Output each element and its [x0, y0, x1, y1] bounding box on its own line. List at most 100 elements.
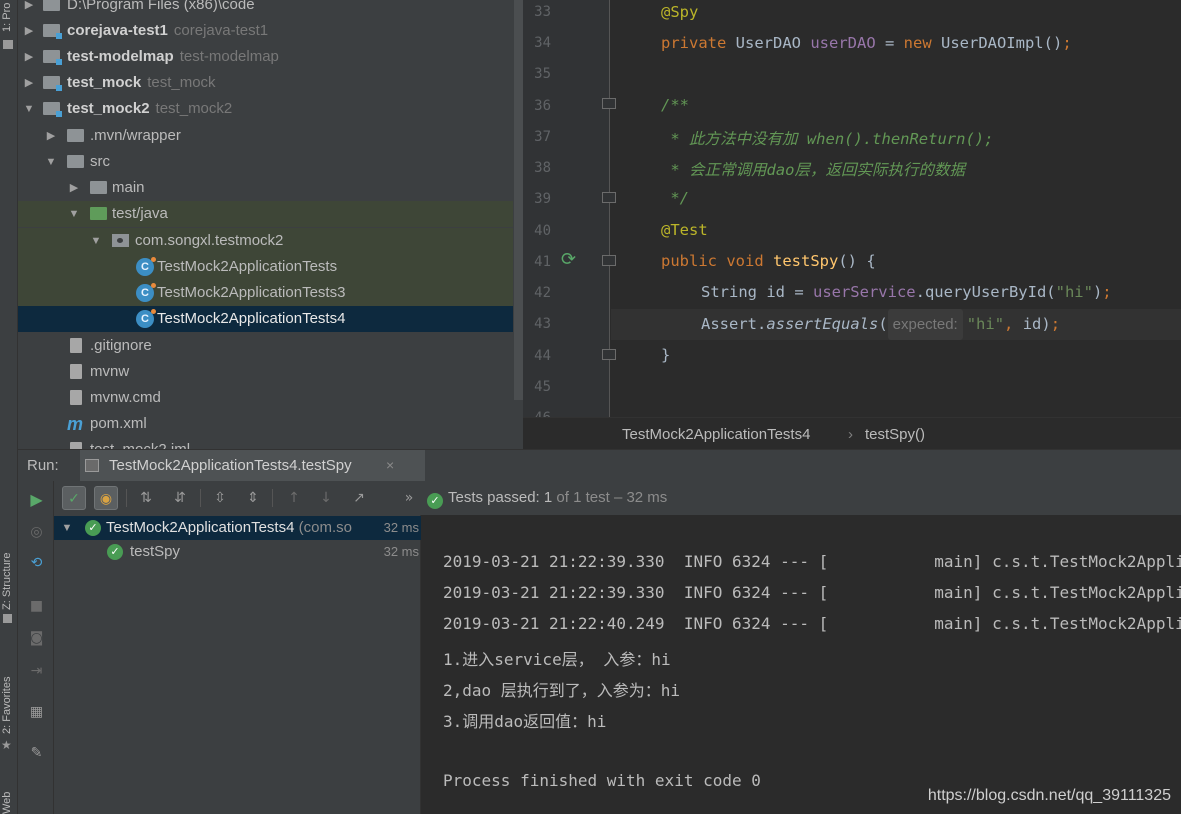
breadcrumb-class[interactable]: TestMock2ApplicationTests4 [622, 426, 810, 443]
tree-row-test-folder[interactable]: ▼ test/java [18, 201, 513, 227]
expand-arrow-icon[interactable]: ▶ [22, 0, 36, 18]
editor-gutter: 33 34 35 36 37 38 39 40 41 42 43 44 45 4… [523, 0, 616, 417]
structure-tool-tab[interactable]: Z: Structure [1, 534, 17, 610]
collapse-arrow-icon[interactable]: ▼ [67, 201, 81, 227]
tree-label: test_mock2 [67, 100, 150, 117]
code-editor[interactable]: 33 34 35 36 37 38 39 40 41 42 43 44 45 4… [523, 0, 1181, 417]
show-passed-icon[interactable]: ✓ [62, 486, 86, 510]
folder-icon [67, 129, 84, 142]
tree-row-package[interactable]: ▼ com.songxl.testmock2 [18, 228, 513, 254]
tree-row-class[interactable]: C TestMock2ApplicationTests [18, 254, 513, 280]
web-tool-tab[interactable]: Web [1, 778, 17, 814]
stop-icon[interactable]: ■ [27, 597, 46, 616]
tree-row-module[interactable]: ▶ corejava-test1 corejava-test1 [18, 18, 513, 44]
tree-row-folder[interactable]: ▼ src [18, 149, 513, 175]
collapse-arrow-icon[interactable]: ▼ [60, 516, 74, 540]
test-row-class[interactable]: ▼ ✓ TestMock2ApplicationTests4 (com.so 3… [54, 516, 421, 540]
tree-row-module[interactable]: ▼ test_mock2 test_mock2 [18, 96, 513, 122]
tree-label: test_mock2.iml [90, 437, 190, 449]
export-icon[interactable]: ↗ [347, 486, 371, 510]
run-config-icon [85, 459, 99, 472]
collapse-arrow-icon[interactable]: ▼ [22, 96, 36, 122]
tree-row-file[interactable]: .gitignore [18, 333, 513, 359]
collapse-all-icon[interactable]: ⇕ [241, 486, 265, 510]
fold-marker-icon[interactable] [602, 98, 616, 109]
console-line: 2019-03-21 21:22:39.330 INFO 6324 --- [ … [443, 583, 1181, 602]
exit-icon[interactable]: ⇥ [27, 662, 46, 681]
collapse-arrow-icon[interactable]: ▼ [44, 149, 58, 175]
expand-all-icon[interactable]: ⇳ [208, 486, 232, 510]
project-tree-scrollbar[interactable] [514, 0, 523, 400]
tree-row-root[interactable]: ▶ D:\Program Files (x86)\code [18, 0, 513, 18]
module-folder-icon [43, 102, 62, 117]
expand-arrow-icon[interactable]: ▶ [22, 18, 36, 44]
more-actions-icon[interactable]: » [397, 486, 421, 510]
expand-arrow-icon[interactable]: ▶ [22, 70, 36, 96]
previous-failed-icon[interactable]: ↑ [282, 486, 306, 510]
java-class-icon: C [136, 309, 156, 328]
expand-arrow-icon[interactable]: ▶ [67, 175, 81, 201]
console-output[interactable]: 2019-03-21 21:22:39.330 INFO 6324 --- [ … [421, 515, 1181, 814]
tree-row-folder[interactable]: ▶ main [18, 175, 513, 201]
package-icon [112, 234, 129, 247]
rerun-failed-icon[interactable]: ◎ [27, 523, 46, 542]
tree-row-pom[interactable]: m pom.xml [18, 411, 513, 437]
test-duration: 32 ms [379, 516, 419, 540]
tree-label: main [112, 179, 145, 196]
test-row-method[interactable]: ✓ testSpy 32 ms [54, 540, 421, 564]
code-line-36: /** [661, 96, 689, 114]
collapse-arrow-icon[interactable]: ▼ [89, 228, 103, 254]
pass-icon: ✓ [85, 520, 101, 536]
code-line-37: * 此方法中没有加 when().thenReturn(); [661, 130, 994, 148]
tree-row-module[interactable]: ▶ test-modelmap test-modelmap [18, 44, 513, 70]
next-failed-icon[interactable]: ↓ [314, 486, 338, 510]
close-icon[interactable]: × [386, 457, 394, 473]
layout-icon[interactable]: ▦ [27, 703, 46, 722]
pin-icon[interactable]: ✎ [27, 744, 46, 763]
run-config-tab[interactable]: TestMock2ApplicationTests4.testSpy × [80, 450, 425, 482]
tree-row-class[interactable]: C TestMock2ApplicationTests3 [18, 280, 513, 306]
project-tool-tab[interactable]: 1: Pro [1, 0, 17, 32]
parameter-hint: expected: [887, 309, 963, 340]
show-ignored-icon[interactable]: ◉ [94, 486, 118, 510]
fold-marker-icon[interactable] [602, 192, 616, 203]
tree-label: .mvn/wrapper [90, 127, 181, 144]
code-line-38: * 会正常调用dao层，返回实际执行的数据 [661, 161, 965, 179]
tree-row-class-selected[interactable]: C TestMock2ApplicationTests4 [18, 306, 513, 332]
tree-label: com.songxl.testmock2 [135, 232, 284, 249]
toggle-auto-test-icon[interactable]: ⟲ [27, 554, 46, 573]
line-number: 42 [534, 285, 551, 301]
tree-row-folder[interactable]: ▶ .mvn/wrapper [18, 123, 513, 149]
run-panel-header: Run: TestMock2ApplicationTests4.testSpy … [18, 449, 1181, 482]
console-line: 3.调用dao返回值：hi [443, 712, 607, 731]
sort-alpha-icon[interactable]: ⇅ [134, 486, 158, 510]
test-results-tree: ▼ ✓ TestMock2ApplicationTests4 (com.so 3… [54, 515, 421, 814]
tree-row-file[interactable]: mvnw.cmd [18, 385, 513, 411]
maven-icon: m [67, 414, 84, 434]
tree-label: D:\Program Files (x86)\code [67, 0, 255, 13]
console-line: 1.进入service层， 入参：hi [443, 650, 671, 669]
sort-duration-icon[interactable]: ⇵ [168, 486, 192, 510]
test-package: (com.so [298, 519, 352, 536]
tree-row-file[interactable]: mvnw [18, 359, 513, 385]
tree-row-file[interactable]: test_mock2.iml [18, 437, 513, 449]
expand-arrow-icon[interactable]: ▶ [44, 123, 58, 149]
fold-marker-icon[interactable] [602, 255, 616, 266]
tree-row-module[interactable]: ▶ test_mock test_mock [18, 70, 513, 96]
favorites-tool-tab[interactable]: 2: Favorites [1, 658, 17, 734]
fold-marker-icon[interactable] [602, 349, 616, 360]
camera-icon[interactable]: ◙ [27, 629, 46, 648]
code-line-40: @Test [661, 221, 708, 239]
console-line: Process finished with exit code 0 [443, 771, 761, 790]
line-number: 44 [534, 348, 551, 364]
breadcrumb-method[interactable]: testSpy() [865, 426, 925, 443]
tree-label: test_mock [67, 74, 142, 91]
line-number: 35 [534, 66, 551, 82]
console-line: 2,dao 层执行到了，入参为：hi [443, 681, 681, 700]
file-icon [70, 364, 82, 379]
run-test-gutter-icon[interactable]: ⟳ [561, 249, 583, 271]
tree-label: src [90, 153, 110, 170]
rerun-icon[interactable]: ▶ [27, 490, 46, 509]
code-line-34: private UserDAO userDAO = new UserDAOImp… [661, 34, 1072, 52]
expand-arrow-icon[interactable]: ▶ [22, 44, 36, 70]
